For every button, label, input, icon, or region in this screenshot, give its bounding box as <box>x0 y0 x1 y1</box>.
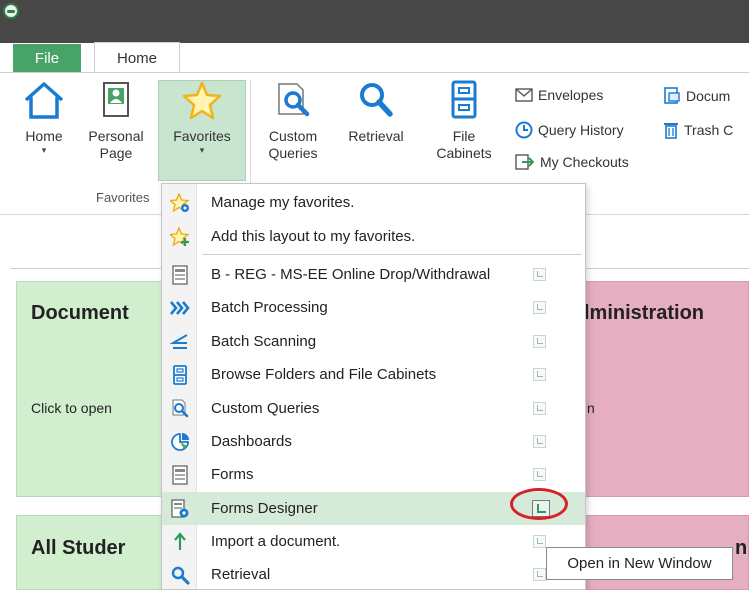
group-label-favorites: Favorites <box>96 190 150 205</box>
open-new-window-icon[interactable] <box>533 435 546 448</box>
my-checkouts-button[interactable]: My Checkouts <box>515 153 629 171</box>
open-new-window-icon[interactable] <box>533 268 546 281</box>
menu-item-forms-designer[interactable]: Forms Designer <box>162 488 585 525</box>
envelopes-button[interactable]: Envelopes <box>515 87 603 103</box>
personal-page-button[interactable]: Personal Page <box>78 80 154 162</box>
menu-item-label: Dashboards <box>211 433 292 450</box>
batch-processing-icon <box>170 298 190 318</box>
tile-documents-title: Document <box>31 302 129 324</box>
menu-item-label: Import a document. <box>211 533 341 550</box>
open-new-window-icon[interactable] <box>533 568 546 581</box>
menu-item-label: Batch Processing <box>211 299 328 316</box>
favorites-dropdown-menu: Manage my favorites. Add this layout to … <box>161 183 586 590</box>
forms-designer-icon <box>170 499 190 519</box>
clock-icon <box>515 121 533 139</box>
tooltip-open-new-window: Open in New Window <box>546 547 733 580</box>
custom-queries-icon <box>278 83 310 117</box>
menu-item-label: Manage my favorites. <box>211 194 355 211</box>
trash-label: Trash C <box>684 122 734 138</box>
tile-all-students[interactable]: All Studer <box>16 515 166 590</box>
menu-item-label: Retrieval <box>211 566 271 583</box>
trash-icon <box>664 123 678 139</box>
menu-item-batch-processing[interactable]: Batch Processing <box>162 291 585 324</box>
retrieval-icon <box>170 565 190 585</box>
search-icon <box>360 83 393 117</box>
menu-item-retrieval[interactable]: Retrieval <box>162 558 585 590</box>
custom-queries-icon <box>170 399 190 419</box>
menu-item-forms[interactable]: Forms <box>162 458 585 491</box>
favorites-label: Favorites <box>173 128 231 144</box>
query-history-button[interactable]: Query History <box>515 121 624 139</box>
favorites-button[interactable]: Favorites ▾ <box>158 80 246 155</box>
tile-documents[interactable]: Document Click to open <box>16 281 166 497</box>
forms-icon <box>170 465 190 485</box>
tile-right-bottom-title: n <box>735 537 748 559</box>
add-favorite-icon <box>170 227 190 247</box>
retrieval-label: Retrieval <box>348 128 404 144</box>
documents-label: Docum <box>686 88 731 104</box>
open-new-window-icon[interactable] <box>533 335 546 348</box>
personal-page-icon <box>103 82 129 117</box>
file-cabinets-button[interactable]: File Cabinets <box>428 80 500 162</box>
checkout-icon <box>515 154 535 170</box>
menu-item-import-document[interactable]: Import a document. <box>162 525 585 558</box>
file-cabinet-icon <box>170 365 190 385</box>
tile-documents-sub: Click to open <box>31 400 112 416</box>
open-new-window-icon[interactable] <box>533 402 546 415</box>
open-new-window-icon[interactable] <box>533 368 546 381</box>
chevron-down-icon: ▾ <box>199 145 205 155</box>
menu-item-custom-queries[interactable]: Custom Queries <box>162 392 585 425</box>
tile-administration-title: lministration <box>584 302 705 324</box>
tile-all-students-title: All Studer <box>31 537 126 559</box>
query-history-label: Query History <box>538 122 624 138</box>
tab-file[interactable]: File <box>13 44 81 72</box>
custom-queries-label: Custom Queries <box>268 128 318 161</box>
home-button-label: Home <box>25 128 63 144</box>
custom-queries-button[interactable]: Custom Queries <box>258 80 328 162</box>
menu-item-add-favorite[interactable]: Add this layout to my favorites. <box>162 220 585 253</box>
menu-item-browse-folders[interactable]: Browse Folders and File Cabinets <box>162 358 585 391</box>
menu-item-batch-scanning[interactable]: Batch Scanning <box>162 325 585 358</box>
batch-scanning-icon <box>170 332 190 352</box>
my-checkouts-label: My Checkouts <box>540 154 629 170</box>
menu-item-label: Forms <box>211 466 254 483</box>
tile-administration-sub: n <box>587 400 595 416</box>
document-icon <box>664 87 680 104</box>
file-cabinets-label: File Cabinets <box>436 128 492 161</box>
home-button[interactable]: Home ▾ <box>14 80 74 155</box>
menu-item-label: B - REG - MS-EE Online Drop/Withdrawal <box>211 266 491 283</box>
form-icon <box>170 265 190 285</box>
chevron-down-icon: ▾ <box>41 145 47 155</box>
manage-favorites-icon <box>170 193 190 213</box>
app-logo <box>3 3 19 19</box>
star-icon <box>182 81 222 120</box>
menu-item-label: Batch Scanning <box>211 333 317 350</box>
dashboards-icon <box>170 432 190 452</box>
tab-home[interactable]: Home <box>94 42 180 73</box>
envelope-icon <box>515 88 533 102</box>
personal-page-label: Personal Page <box>88 128 144 161</box>
documents-button[interactable]: Docum <box>663 87 730 105</box>
menu-item-reg-drop-withdrawal[interactable]: B - REG - MS-EE Online Drop/Withdrawal <box>162 258 585 291</box>
menu-item-label: Browse Folders and File Cabinets <box>211 366 437 383</box>
highlight-annotation-circle <box>510 488 568 520</box>
menu-item-label: Custom Queries <box>211 400 320 417</box>
home-icon <box>24 82 64 119</box>
import-icon <box>170 532 190 552</box>
tile-administration[interactable]: lministration n <box>584 281 749 497</box>
menu-item-manage-favorites[interactable]: Manage my favorites. <box>162 186 585 219</box>
file-cabinet-icon <box>451 80 477 119</box>
title-bar <box>0 0 749 43</box>
menu-item-label: Add this layout to my favorites. <box>211 228 416 245</box>
open-new-window-icon[interactable] <box>533 301 546 314</box>
open-new-window-icon[interactable] <box>533 468 546 481</box>
menu-separator <box>202 254 582 255</box>
menu-item-dashboards[interactable]: Dashboards <box>162 425 585 458</box>
open-new-window-icon[interactable] <box>533 535 546 548</box>
envelopes-label: Envelopes <box>538 87 604 103</box>
menu-item-label: Forms Designer <box>211 500 318 517</box>
trash-button[interactable]: Trash C <box>663 121 733 139</box>
retrieval-button[interactable]: Retrieval <box>338 80 414 145</box>
